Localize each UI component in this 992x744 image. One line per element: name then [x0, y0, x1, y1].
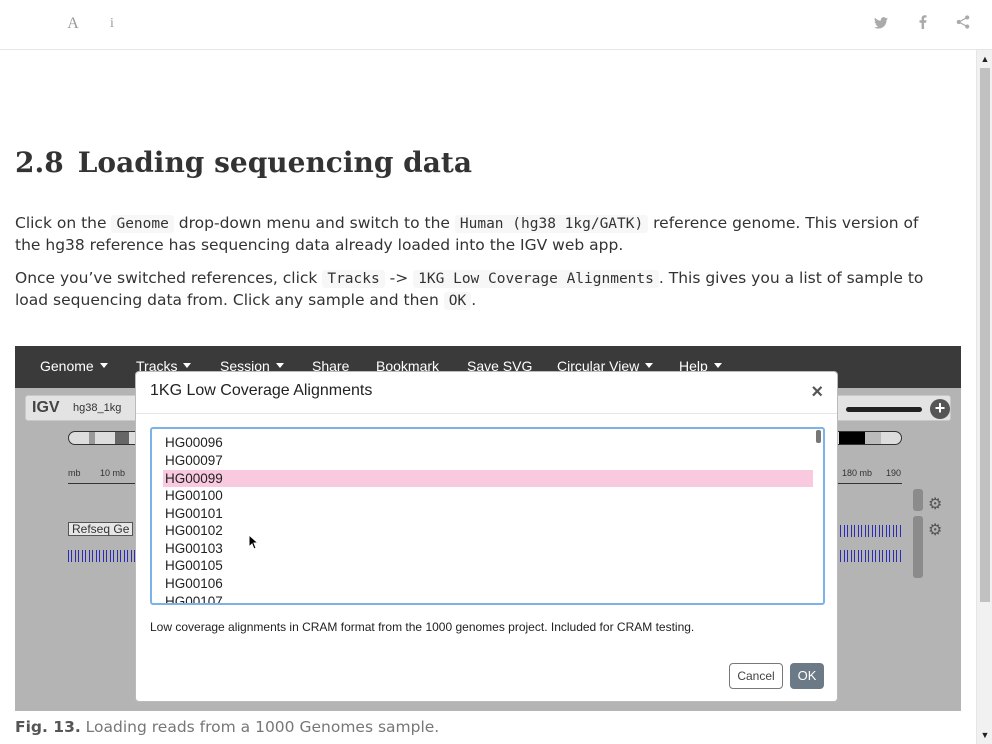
mouse-cursor-icon — [248, 534, 258, 550]
igv-genome-label: hg38_1kg — [73, 402, 122, 414]
section-title: Loading sequencing data — [77, 146, 472, 179]
figure-caption: Fig. 13. Loading reads from a 1000 Genom… — [15, 718, 439, 736]
list-item[interactable]: HG00107 — [163, 593, 813, 603]
twitter-icon[interactable] — [872, 14, 890, 34]
track-label-refseq: Refseq Ge — [68, 522, 134, 536]
list-item[interactable]: HG00100 — [163, 487, 813, 504]
text: drop-down menu and switch to the — [173, 214, 455, 232]
text: -> — [384, 269, 414, 287]
gear-icon[interactable]: ⚙ — [928, 523, 942, 539]
track-resize-handle[interactable] — [913, 516, 923, 578]
caret-down-icon — [713, 363, 722, 368]
gene-track-right-bottom — [837, 550, 901, 562]
gene-track-left — [68, 550, 136, 562]
text: Click on the — [15, 214, 112, 232]
ruler-tick-label: 190 — [886, 468, 902, 478]
list-item[interactable]: HG00096 — [163, 434, 813, 451]
close-icon[interactable]: × — [811, 382, 823, 402]
top-toolbar: A i — [0, 0, 992, 50]
list-item-selected[interactable]: HG00099 — [163, 470, 813, 487]
track-resize-handle[interactable] — [913, 489, 923, 511]
scrollbar-thumb[interactable] — [980, 68, 990, 602]
listbox-scrollbar[interactable] — [816, 430, 821, 443]
facebook-icon[interactable] — [914, 14, 932, 34]
gear-icon[interactable]: ⚙ — [928, 497, 942, 513]
ok-button[interactable]: OK — [790, 663, 824, 689]
dialog-description: Low coverage alignments in CRAM format f… — [150, 620, 695, 634]
code-genome: Genome — [111, 215, 174, 233]
list-item[interactable]: HG00097 — [163, 452, 813, 469]
list-item[interactable]: HG00103 — [163, 540, 813, 557]
font-settings-icon[interactable]: A — [64, 14, 82, 34]
caret-down-icon — [275, 363, 284, 368]
caret-down-icon — [645, 363, 654, 368]
scroll-down-arrow-icon[interactable]: ▼ — [980, 730, 990, 740]
paragraph-2: Once you’ve switched references, click T… — [15, 268, 945, 312]
caret-down-icon — [99, 363, 108, 368]
code-1kg-alignments: 1KG Low Coverage Alignments — [413, 270, 659, 288]
gene-track-right-top — [837, 525, 901, 537]
scroll-up-arrow-icon[interactable]: ▲ — [980, 54, 990, 64]
alignments-dialog: 1KG Low Coverage Alignments × HG00096 HG… — [135, 371, 838, 702]
code-tracks: Tracks — [322, 270, 385, 288]
igv-menu-genome[interactable]: Genome — [40, 358, 108, 374]
dialog-title: 1KG Low Coverage Alignments — [150, 382, 373, 399]
paragraph-1: Click on the Genome drop-down menu and s… — [15, 213, 945, 256]
ruler-tick-label: 180 mb — [842, 468, 873, 478]
code-ok: OK — [443, 292, 472, 310]
text: . — [471, 291, 477, 309]
igv-logo: IGV — [32, 399, 60, 416]
sample-listbox[interactable]: HG00096 HG00097 HG00099 HG00100 HG00101 … — [150, 427, 825, 605]
cancel-button[interactable]: Cancel — [729, 663, 783, 689]
zoom-slider[interactable] — [846, 407, 922, 412]
list-item[interactable]: HG00106 — [163, 575, 813, 592]
list-item[interactable]: HG00102 — [163, 522, 813, 539]
text: Once you’ve switched references, click — [15, 269, 323, 287]
caption-label: Fig. 13. — [15, 718, 81, 736]
menu-label: Genome — [40, 358, 94, 374]
page-scrollbar[interactable]: ▲ ▼ — [976, 50, 992, 744]
dialog-header: 1KG Low Coverage Alignments × — [136, 372, 837, 414]
ruler-tick-label: mb — [68, 468, 81, 478]
caret-down-icon — [183, 363, 192, 368]
caption-text: Loading reads from a 1000 Genomes sample… — [80, 718, 440, 736]
figure-screenshot: Genome Tracks Session Share Bookmark Sav… — [15, 346, 961, 711]
code-reference-genome: Human (hg38 1kg/GATK) — [454, 215, 649, 233]
list-item[interactable]: HG00105 — [163, 557, 813, 574]
section-number: 2.8 — [15, 146, 64, 179]
zoom-in-icon[interactable]: + — [930, 399, 950, 419]
list-item[interactable]: HG00101 — [163, 505, 813, 522]
info-icon[interactable]: i — [104, 14, 120, 34]
section-heading: 2.8 Loading sequencing data — [15, 146, 472, 179]
share-icon[interactable] — [954, 14, 972, 34]
ruler-tick-label: 10 mb — [100, 468, 126, 478]
